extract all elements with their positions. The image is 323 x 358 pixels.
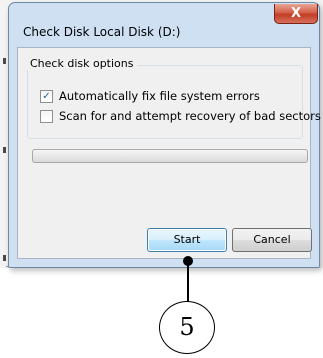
fix-errors-checkbox[interactable]: ✓ [40,90,53,103]
background-window-edge [3,147,6,153]
check-disk-dialog: Check Disk Local Disk (D:) X ✓ Automatic… [8,2,321,268]
fix-errors-label: Automatically fix file system errors [59,89,260,103]
dialog-title: Check Disk Local Disk (D:) [23,25,181,39]
scan-bad-sectors-label: Scan for and attempt recovery of bad sec… [59,109,321,123]
dialog-client-area: ✓ Automatically fix file system errors S… [17,47,321,259]
options-group-label: Check disk options [27,57,137,70]
scan-bad-sectors-checkbox[interactable] [40,110,53,123]
step-callout: 5 [159,301,215,354]
start-button[interactable]: Start [147,228,227,252]
cancel-button[interactable]: Cancel [232,228,312,252]
progress-bar [32,149,308,163]
background-window-edge [3,58,6,64]
close-button[interactable]: X [274,4,318,24]
close-icon: X [290,6,302,21]
background-window-edge [3,255,6,261]
check-disk-options-group: ✓ Automatically fix file system errors S… [27,65,321,139]
annotation-leader-line [187,260,189,302]
